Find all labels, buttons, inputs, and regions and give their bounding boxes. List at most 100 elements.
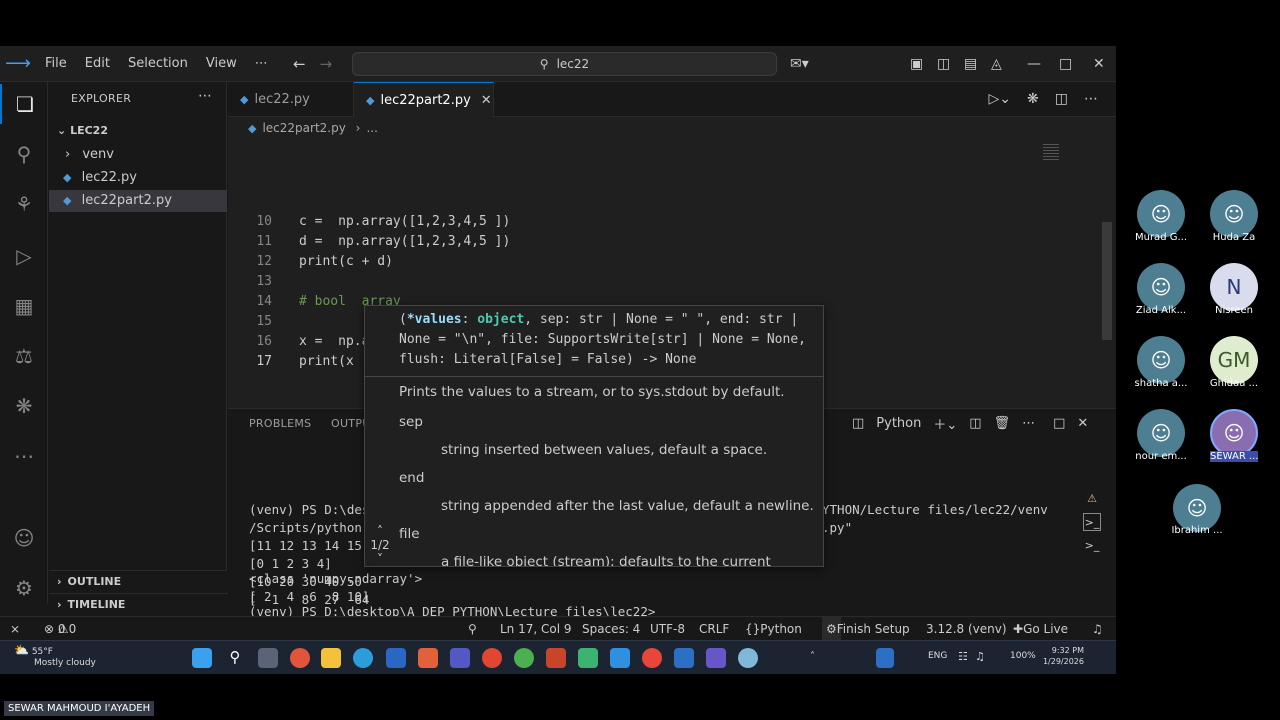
copilot-icon[interactable]: ✉▾ xyxy=(790,46,809,82)
terminal-profile-label[interactable]: Python xyxy=(876,416,921,431)
split-editor-icon[interactable]: ◫ xyxy=(1055,82,1068,117)
tree-item-lec22part2[interactable]: ◆ lec22part2.py xyxy=(49,190,227,212)
code-line[interactable]: 12 print(c + d) xyxy=(228,232,1088,269)
chrome-icon[interactable] xyxy=(642,648,662,668)
command-center-search[interactable]: ⚲ lec22 xyxy=(352,52,777,76)
edge-icon[interactable] xyxy=(353,648,373,668)
account-icon[interactable]: ☺ xyxy=(0,518,48,558)
participant-avatar[interactable]: ☺ xyxy=(1137,190,1185,238)
code-line[interactable]: 11 d = np.array([1,2,3,4,5 ]) xyxy=(228,212,1088,249)
terminal-instance-icon[interactable]: >_ xyxy=(1083,513,1101,531)
more-actions-icon[interactable]: ⋯ xyxy=(1084,82,1098,117)
remote-icon[interactable]: ⨯ xyxy=(10,617,20,641)
outlook-icon[interactable] xyxy=(674,648,694,668)
indentation[interactable]: Spaces: 4 xyxy=(582,617,640,641)
battery-level[interactable]: 100% xyxy=(1010,651,1036,661)
menu-selection[interactable]: Selection xyxy=(119,46,197,82)
weather-widget[interactable]: ⛅ 55°F Mostly cloudy xyxy=(14,644,96,669)
breadcrumb-file[interactable]: lec22part2.py xyxy=(262,121,345,135)
manage-gear-icon[interactable]: ⚙ xyxy=(0,568,48,608)
participant-avatar[interactable]: ☺ xyxy=(1137,263,1185,311)
app-icon[interactable] xyxy=(578,648,598,668)
finish-setup[interactable]: ⚙ Finish Setup xyxy=(822,617,910,641)
menu-edit[interactable]: Edit xyxy=(76,46,119,82)
code-text[interactable]: print(x ) xyxy=(299,352,369,372)
terminal-instance-icon[interactable]: >_ xyxy=(1083,537,1101,555)
warning-icon[interactable]: ⚠ xyxy=(1083,490,1101,508)
app-icon[interactable] xyxy=(706,648,726,668)
cursor-position[interactable]: Ln 17, Col 9 xyxy=(500,617,572,641)
wifi-icon[interactable]: ☷ xyxy=(958,650,968,663)
code-line[interactable]: 14 # bool array xyxy=(228,272,1088,309)
more-views-icon[interactable]: ⋯ xyxy=(0,436,48,476)
overload-counter[interactable]: ˄ 1/2 ˅ xyxy=(367,524,393,566)
chevron-up-icon[interactable]: ˄ xyxy=(810,651,815,662)
participant-avatar[interactable]: GM xyxy=(1210,336,1258,384)
clock[interactable]: 9:32 PM 1/29/2026 xyxy=(1040,645,1084,667)
code-line[interactable]: 13 xyxy=(228,252,1088,289)
outline-section[interactable]: › OUTLINE xyxy=(49,570,227,592)
run-debug-icon[interactable]: ▷ xyxy=(0,236,48,276)
extensions-icon[interactable]: ▦ xyxy=(0,286,48,326)
notifications-bell-icon[interactable]: ♫ xyxy=(1092,617,1103,641)
new-terminal-icon[interactable]: ＋⌄ xyxy=(933,414,957,433)
vscode-taskbar-icon[interactable] xyxy=(610,648,630,668)
task-view-icon[interactable] xyxy=(258,648,278,668)
language-mode[interactable]: {} Python xyxy=(745,617,802,641)
start-icon[interactable] xyxy=(192,648,212,668)
split-terminal-icon[interactable]: ◫ xyxy=(969,416,981,431)
explorer-icon[interactable]: ❏ xyxy=(0,84,48,124)
close-panel-icon[interactable]: ✕ xyxy=(1077,416,1088,431)
chevron-up-icon[interactable]: ˄ xyxy=(367,524,393,538)
copilot-chat-icon[interactable]: ❋ xyxy=(0,386,48,426)
teams-icon[interactable] xyxy=(450,648,470,668)
file-explorer-icon[interactable] xyxy=(321,648,341,668)
minimap[interactable] xyxy=(1043,144,1059,160)
forward-arrow-icon[interactable]: → xyxy=(320,46,333,82)
menu-view[interactable]: View xyxy=(197,46,246,82)
menu-file[interactable]: File xyxy=(36,46,76,82)
microphone-icon[interactable] xyxy=(876,648,894,668)
app-icon[interactable] xyxy=(482,648,502,668)
source-control-icon[interactable]: ⚘ xyxy=(0,184,48,224)
app-icon[interactable] xyxy=(386,648,406,668)
close-window-icon[interactable]: ✕ xyxy=(1093,46,1105,82)
more-actions-icon[interactable]: ⋯ xyxy=(1022,416,1035,431)
search-icon[interactable]: ⚲ xyxy=(225,648,245,668)
tab-problems[interactable]: PROBLEMS xyxy=(249,417,311,430)
line-ending[interactable]: CRLF xyxy=(699,617,729,641)
volume-icon[interactable]: ♫ xyxy=(975,650,985,663)
language-indicator[interactable]: ENG xyxy=(928,651,947,661)
run-file-icon[interactable]: ▷⌄ xyxy=(989,82,1012,117)
toggle-secondary-sidebar-icon[interactable]: ◬ xyxy=(991,46,1002,82)
kill-terminal-icon[interactable]: 🗑 xyxy=(994,416,1011,431)
zoom-icon[interactable]: ⚲ xyxy=(468,617,477,641)
explorer-more-icon[interactable]: ⋯ xyxy=(198,88,212,104)
search-view-icon[interactable]: ⚲ xyxy=(0,134,48,174)
tab-lec22[interactable]: ◆ lec22.py xyxy=(228,82,354,117)
back-arrow-icon[interactable]: ← xyxy=(293,46,306,82)
participant-avatar[interactable]: ☺ xyxy=(1137,336,1185,384)
breadcrumb-symbol[interactable]: ... xyxy=(366,121,377,135)
minimize-icon[interactable]: — xyxy=(1027,46,1041,82)
participant-avatar[interactable]: N xyxy=(1210,263,1258,311)
chevron-down-icon[interactable]: ˅ xyxy=(367,552,393,566)
copilot-icon[interactable]: ❋ xyxy=(1027,82,1039,117)
encoding[interactable]: UTF-8 xyxy=(650,617,685,641)
problems-status[interactable]: ⊗ 0 ⚠ 0 xyxy=(44,617,76,641)
code-line[interactable]: 10 c = np.array([1,2,3,4,5 ]) xyxy=(228,192,1088,229)
toggle-panel-icon[interactable]: ▤ xyxy=(964,46,977,82)
testing-icon[interactable]: ⚖ xyxy=(0,336,48,376)
tree-item-lec22[interactable]: ◆ lec22.py xyxy=(49,167,227,189)
editor-scrollbar[interactable] xyxy=(1102,222,1112,340)
layout-icon[interactable]: ▣ xyxy=(910,46,923,82)
participant-avatar[interactable]: ☺ xyxy=(1210,190,1258,238)
tree-item-venv[interactable]: › venv xyxy=(49,144,227,166)
chrome-icon[interactable] xyxy=(290,648,310,668)
maximize-panel-icon[interactable]: □ xyxy=(1053,416,1065,431)
toggle-sidebar-icon[interactable]: ◫ xyxy=(937,46,950,82)
go-live[interactable]: ✚ Go Live xyxy=(1013,617,1068,641)
timeline-section[interactable]: › TIMELINE xyxy=(49,593,227,615)
app-icon[interactable] xyxy=(546,648,566,668)
close-tab-icon[interactable]: ✕ xyxy=(481,93,492,108)
